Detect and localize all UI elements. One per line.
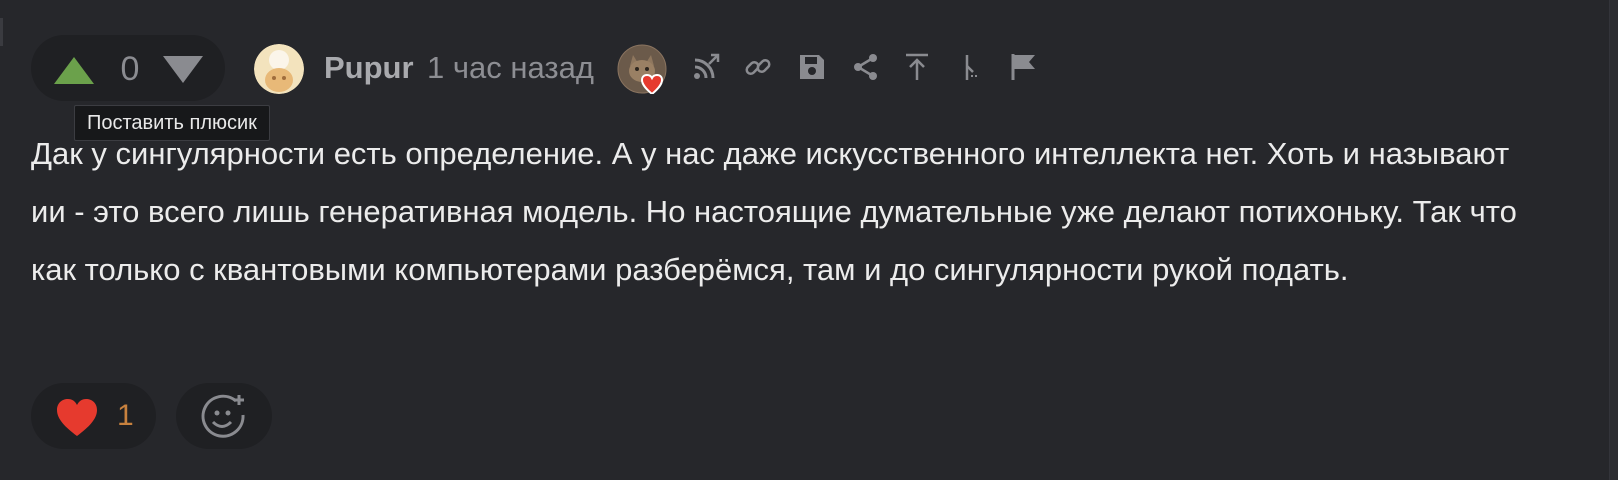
comment-body: Дак у сингулярности есть определение. А … [31, 136, 1517, 287]
reply-branch-icon[interactable] [691, 52, 721, 82]
reactor-avatar[interactable] [617, 44, 667, 94]
author-name[interactable]: Pupur [324, 50, 414, 86]
add-emoji-icon [201, 394, 245, 438]
share-icon[interactable] [851, 52, 881, 82]
thread-icon[interactable] [955, 52, 985, 82]
save-icon[interactable] [797, 52, 827, 82]
downvote-arrow-icon[interactable] [162, 55, 204, 85]
link-icon[interactable] [743, 52, 773, 82]
left-edge-marker [0, 18, 3, 46]
flag-icon[interactable] [1009, 52, 1039, 82]
rating-score: 0 [120, 50, 140, 88]
like-count: 1 [117, 399, 134, 432]
heart-icon [57, 399, 97, 436]
author-avatar[interactable] [254, 44, 304, 94]
rating-widget: 0 [31, 35, 225, 101]
scrollbar-track[interactable] [1609, 0, 1618, 480]
add-reaction-button[interactable] [176, 383, 272, 449]
comment-card: 0 Поставить плюсик Pupur 1 час назад Дак… [0, 0, 1618, 480]
upvote-arrow-icon[interactable] [53, 55, 95, 85]
comment-timestamp[interactable]: 1 час назад [427, 50, 594, 86]
go-to-parent-icon[interactable] [902, 52, 932, 82]
like-button[interactable]: 1 [31, 383, 156, 449]
